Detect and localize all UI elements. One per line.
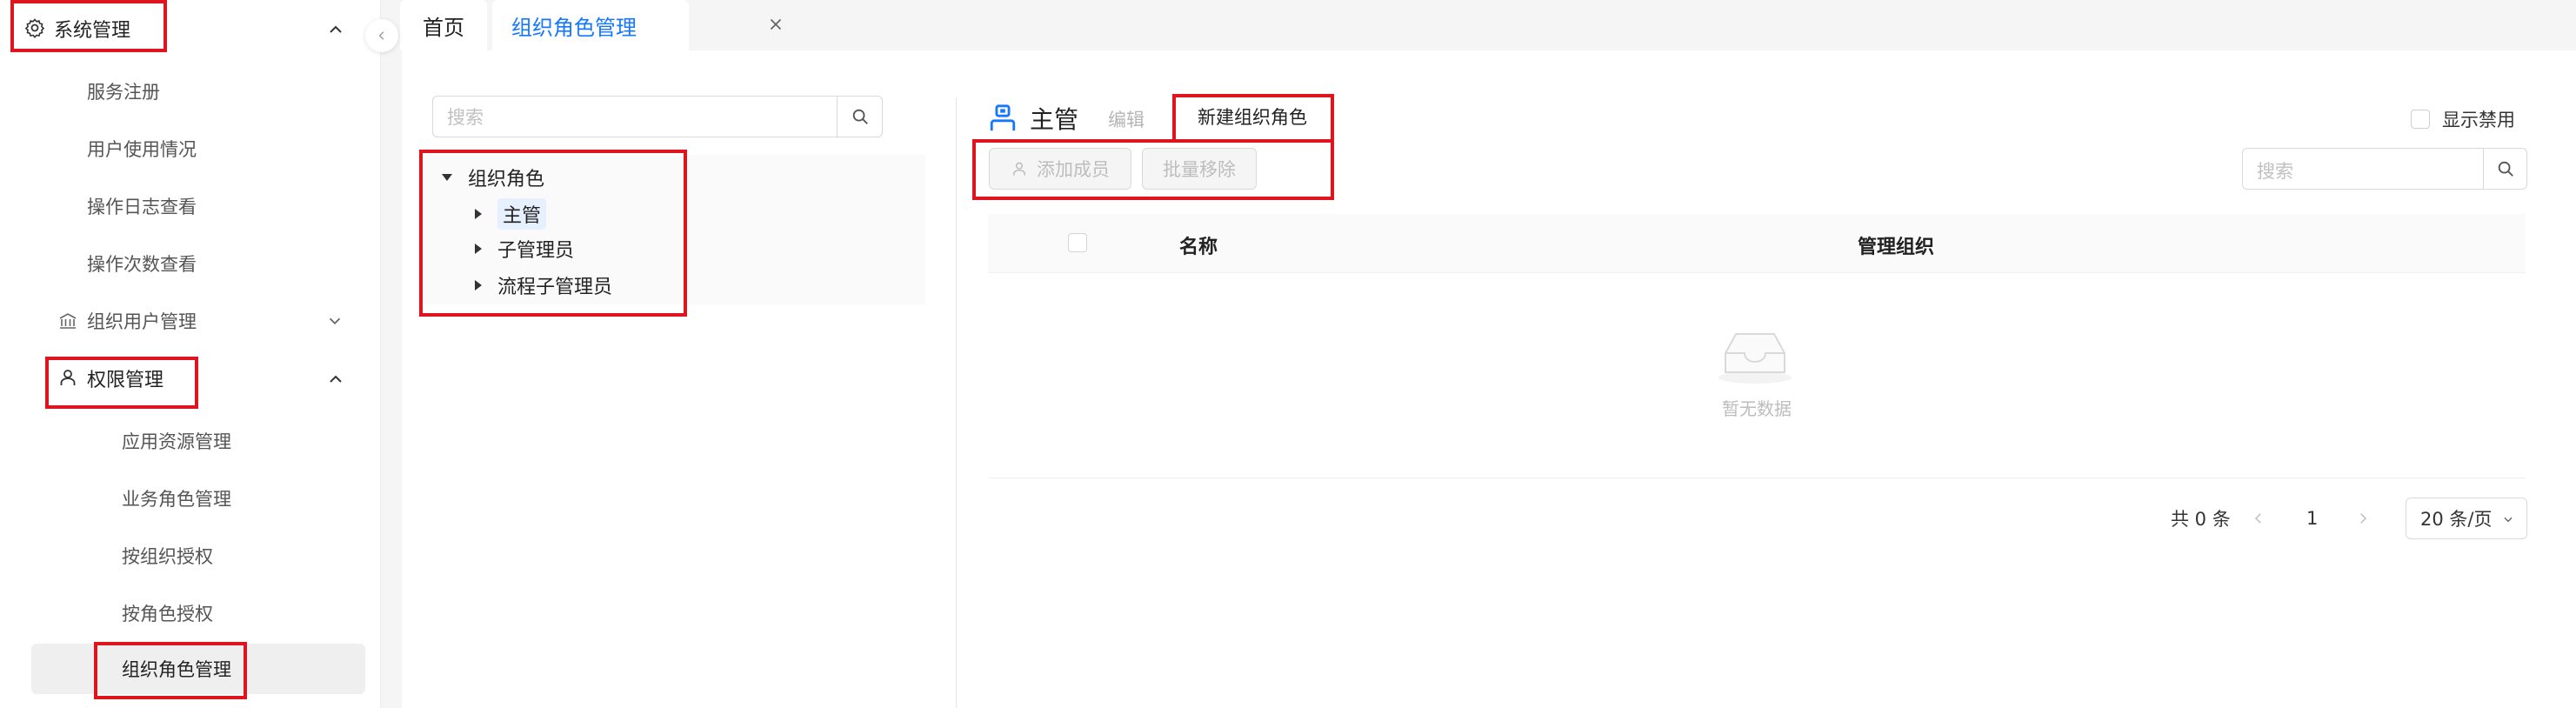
- empty-inbox-icon: [1718, 333, 1792, 384]
- chevron-down-icon: [329, 317, 341, 325]
- tree-node-sub-admin[interactable]: 子管理员: [475, 235, 574, 263]
- sidebar-item-label: 操作次数查看: [87, 254, 197, 275]
- tab-org-role-mgmt[interactable]: 组织角色管理: [492, 0, 782, 50]
- chevron-left-icon: [378, 31, 384, 40]
- caret-right-icon[interactable]: [475, 209, 482, 219]
- tree-search-placeholder: 搜索: [447, 107, 484, 128]
- sidebar-item-app-resource[interactable]: 应用资源管理: [0, 412, 381, 470]
- sidebar-item-label: 用户使用情况: [87, 139, 197, 160]
- sidebar-item-label: 业务角色管理: [122, 489, 231, 510]
- pager-page-label: 1: [2306, 508, 2319, 529]
- menu-org-user-mgmt[interactable]: 组织用户管理: [0, 292, 381, 350]
- sidebar-item-org-auth[interactable]: 按组织授权: [0, 527, 381, 584]
- chevron-up-icon: [330, 375, 342, 383]
- member-search[interactable]: 搜索: [2242, 148, 2527, 190]
- gear-icon: [24, 18, 45, 38]
- sidebar-item-label: 服务注册: [87, 82, 160, 103]
- role-title: 主管: [988, 101, 1078, 136]
- table-header: 名称 管理组织: [988, 214, 2526, 273]
- pager-next[interactable]: [2355, 498, 2371, 539]
- sidebar-item-role-auth[interactable]: 按角色授权: [0, 584, 381, 642]
- add-member-button[interactable]: 添加成员: [989, 148, 1131, 190]
- empty-text: 暂无数据: [1722, 398, 1792, 419]
- member-search-placeholder: 搜索: [2257, 161, 2293, 182]
- tree-search-button[interactable]: [837, 96, 882, 137]
- tree-node-label: 流程子管理员: [497, 277, 613, 298]
- member-search-button[interactable]: [2483, 148, 2526, 190]
- search-icon: [852, 109, 868, 124]
- sidebar-item-user-usage[interactable]: 用户使用情况: [0, 120, 381, 177]
- pager-total: 共 0 条: [2171, 498, 2231, 539]
- tab-home-label: 首页: [423, 15, 464, 40]
- search-icon: [2498, 161, 2513, 177]
- sidebar-item-label: 按组织授权: [122, 546, 213, 567]
- chevron-right-icon: [2360, 513, 2367, 524]
- user-icon: [990, 104, 1016, 131]
- sidebar-item-op-log[interactable]: 操作日志查看: [0, 177, 381, 235]
- chevron-up-icon: [330, 25, 342, 33]
- caret-right-icon[interactable]: [475, 244, 482, 254]
- tree-node-root[interactable]: 组织角色: [442, 164, 544, 191]
- panel-divider: [956, 97, 957, 708]
- edit-link[interactable]: 编辑: [1108, 106, 1145, 132]
- org-role-tree: 组织角色 主管 子管理员 流程子管理员: [421, 155, 925, 304]
- tree-node-supervisor[interactable]: 主管: [475, 198, 547, 230]
- sidebar-item-label: 操作日志查看: [87, 197, 197, 217]
- page-size-label: 20 条/页: [2420, 509, 2493, 530]
- chevron-down-icon: [2504, 517, 2513, 523]
- table-body: 暂无数据: [988, 273, 2526, 478]
- batch-remove-label: 批量移除: [1163, 159, 1236, 180]
- sidebar-item-service-register[interactable]: 服务注册: [0, 63, 381, 120]
- tree-node-label: 组织角色: [468, 169, 545, 190]
- show-disabled-label: 显示禁用: [2442, 110, 2515, 130]
- tree-node-flow-sub-admin[interactable]: 流程子管理员: [475, 271, 612, 299]
- show-disabled-checkbox[interactable]: 显示禁用: [2411, 106, 2515, 132]
- tab-active-label: 组织角色管理: [511, 15, 637, 40]
- sidebar-collapse-button[interactable]: [365, 19, 398, 52]
- page-size-select[interactable]: 20 条/页: [2406, 498, 2527, 539]
- column-header-org: 管理组织: [1858, 237, 1935, 258]
- sidebar-item-org-role-mgmt[interactable]: 组织角色管理: [31, 644, 365, 694]
- menu-org-user-mgmt-label: 组织用户管理: [87, 311, 197, 332]
- menu-system-mgmt-label: 系统管理: [54, 20, 131, 42]
- menu-system-mgmt[interactable]: 系统管理: [0, 0, 381, 57]
- bank-icon: [59, 313, 77, 329]
- tree-node-label: 主管: [497, 198, 547, 230]
- sidebar-item-label: 组织角色管理: [122, 659, 231, 680]
- chevron-left-icon: [2254, 513, 2261, 524]
- sidebar-item-biz-role[interactable]: 业务角色管理: [0, 470, 381, 527]
- caret-down-icon[interactable]: [442, 174, 452, 181]
- sidebar-item-label: 应用资源管理: [122, 431, 231, 452]
- role-title-text: 主管: [1030, 105, 1079, 134]
- tree-search[interactable]: 搜索: [432, 96, 883, 137]
- caret-right-icon[interactable]: [475, 280, 482, 291]
- menu-perm-mgmt[interactable]: 权限管理: [0, 350, 381, 407]
- select-all-checkbox[interactable]: [1068, 233, 1087, 252]
- add-member-label: 添加成员: [1037, 159, 1110, 180]
- user-icon: [60, 370, 76, 385]
- pager-page[interactable]: 1: [2306, 498, 2318, 539]
- new-org-role-label: 新建组织角色: [1198, 107, 1307, 128]
- tree-node-label: 子管理员: [497, 240, 575, 262]
- pager-total-label: 共 0 条: [2171, 509, 2231, 530]
- menu-perm-mgmt-label: 权限管理: [87, 370, 164, 391]
- sidebar-item-label: 按角色授权: [122, 604, 213, 625]
- batch-remove-button[interactable]: 批量移除: [1142, 148, 1257, 190]
- checkbox[interactable]: [2411, 110, 2430, 129]
- user-icon: [1013, 162, 1025, 176]
- pager-prev[interactable]: [2251, 498, 2266, 539]
- close-icon[interactable]: [766, 15, 785, 34]
- new-org-role-button[interactable]: 新建组织角色: [1176, 96, 1329, 137]
- sidebar: 系统管理 服务注册 用户使用情况 操作日志查看 操作次数查看 组织用户管理 权限…: [0, 0, 381, 708]
- tab-bar: 首页 组织角色管理: [381, 0, 2576, 50]
- column-header-name: 名称: [1179, 237, 1218, 258]
- tab-home[interactable]: 首页: [400, 0, 487, 50]
- sidebar-item-op-count[interactable]: 操作次数查看: [0, 235, 381, 292]
